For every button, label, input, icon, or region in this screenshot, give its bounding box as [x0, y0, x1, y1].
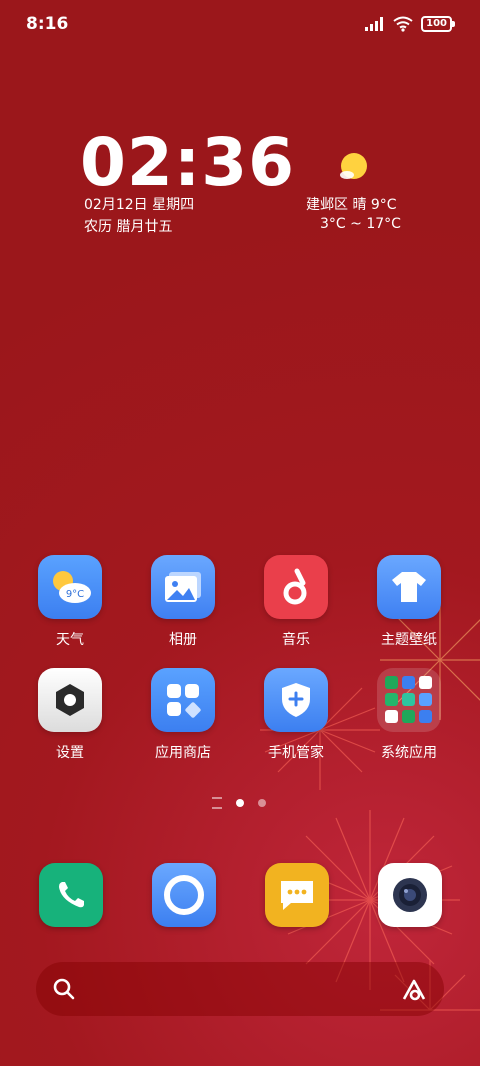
app-label: 相册 — [169, 632, 197, 648]
app-store[interactable]: 应用商店 — [128, 668, 238, 762]
app-settings[interactable]: 设置 — [15, 668, 125, 762]
weather-icon: 9°C — [38, 555, 102, 619]
app-label: 设置 — [56, 745, 84, 761]
weather-widget-location[interactable]: 建邺区 晴 9°C — [306, 194, 397, 214]
music-icon — [264, 555, 328, 619]
app-gallery[interactable]: 相册 — [128, 555, 238, 649]
phone-icon[interactable] — [39, 863, 103, 927]
app-phone-manager[interactable]: 手机管家 — [241, 668, 351, 762]
folder-system-apps[interactable]: 系统应用 — [354, 668, 464, 762]
app-label: 手机管家 — [268, 745, 324, 761]
page-indicator[interactable] — [212, 797, 266, 809]
clock-widget-time[interactable]: 02:36 — [80, 124, 295, 201]
clock-widget-date: 02月12日 星期四 — [84, 197, 195, 213]
phone-manager-icon — [264, 668, 328, 732]
app-label: 系统应用 — [381, 745, 437, 761]
messages-icon[interactable] — [265, 863, 329, 927]
settings-icon — [38, 668, 102, 732]
gallery-icon — [151, 555, 215, 619]
page-dot-active — [236, 799, 244, 807]
system-apps-folder-icon — [377, 668, 441, 732]
app-label: 主题壁纸 — [381, 632, 437, 648]
weather-widget-range: 3°C ~ 17°C — [320, 216, 401, 232]
app-weather[interactable]: 9°C 天气 — [15, 555, 125, 649]
assistant-icon[interactable] — [400, 975, 430, 1003]
app-music[interactable]: 音乐 — [241, 555, 351, 649]
app-label: 应用商店 — [155, 745, 211, 761]
app-theme[interactable]: 主题壁纸 — [354, 555, 464, 649]
battery-icon: 100 — [421, 16, 455, 32]
browser-icon[interactable] — [152, 863, 216, 927]
search-icon — [53, 978, 75, 1000]
sunny-weather-icon — [340, 153, 367, 179]
search-bar[interactable] — [36, 962, 444, 1016]
page-indicator-list-icon — [212, 797, 222, 809]
clock-widget-lunar-date: 农历 腊月廿五 — [84, 219, 173, 235]
status-bar: 8:16 100 — [0, 0, 480, 50]
camera-icon[interactable] — [378, 863, 442, 927]
signal-icon — [365, 17, 384, 31]
wifi-icon — [393, 16, 413, 32]
status-time: 8:16 — [26, 14, 69, 34]
app-label: 天气 — [56, 632, 84, 648]
app-store-icon — [151, 668, 215, 732]
theme-icon — [377, 555, 441, 619]
weather-icon-temp: 9°C — [66, 589, 84, 600]
app-label: 音乐 — [282, 632, 310, 648]
page-dot — [258, 799, 266, 807]
